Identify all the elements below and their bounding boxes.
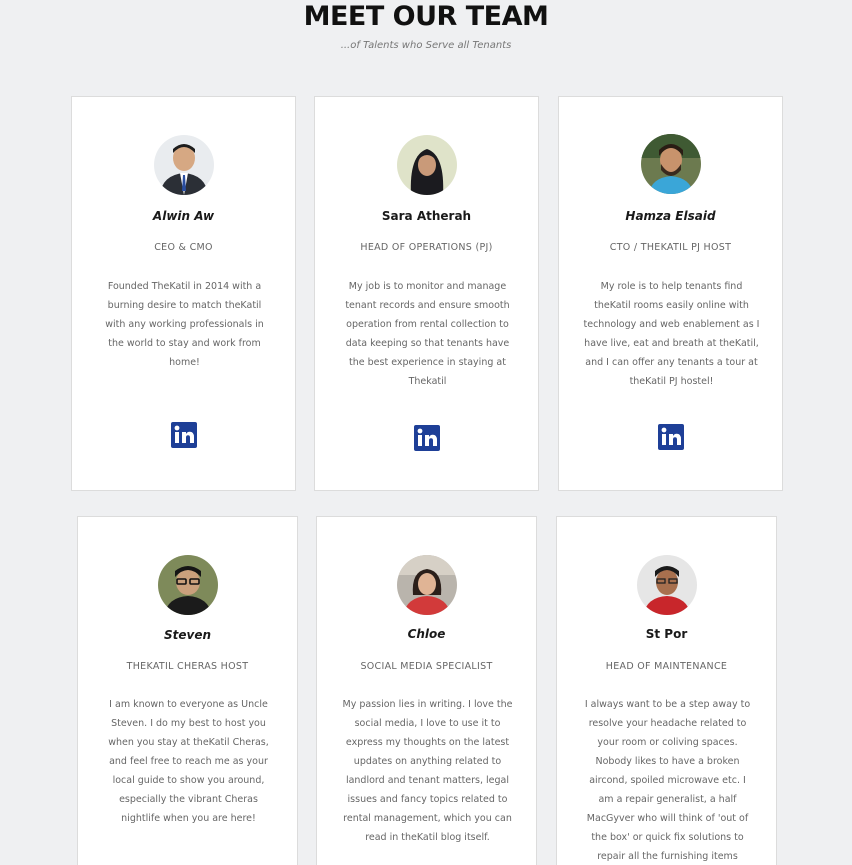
team-page: MEET OUR TEAM ...of Talents who Serve al… (0, 0, 852, 865)
member-name: Sara Atherah (381, 209, 472, 223)
member-bio: I am known to everyone as Uncle Steven. … (108, 699, 269, 824)
member-role: CEO & CMO (154, 242, 213, 253)
page-subtitle: ...of Talents who Serve all Tenants (340, 40, 512, 51)
member-name: Chloe (407, 627, 446, 641)
avatar-sara (397, 135, 457, 195)
member-name: Alwin Aw (152, 209, 215, 223)
avatar-alwin (154, 135, 214, 195)
page-title: MEET OUR TEAM (303, 1, 549, 32)
team-card-hamza: Hamza Elsaid CTO / THEKATIL PJ HOST My r… (558, 96, 783, 491)
team-card-steven: Steven THEKATIL CHERAS HOST I am known t… (77, 516, 298, 865)
team-card-sara: Sara Atherah HEAD OF OPERATIONS (PJ) My … (314, 96, 539, 491)
team-card-alwin: Alwin Aw CEO & CMO Founded TheKatil in 2… (71, 96, 296, 491)
member-role: CTO / THEKATIL PJ HOST (609, 242, 732, 253)
team-card-chloe: Chloe SOCIAL MEDIA SPECIALIST My passion… (316, 516, 537, 865)
member-name: Hamza Elsaid (625, 209, 716, 223)
member-name: Steven (163, 628, 212, 642)
member-bio: My role is to help tenants find theKatil… (583, 281, 760, 387)
member-bio: Founded TheKatil in 2014 with a burning … (105, 281, 264, 368)
avatar-stpor (637, 555, 697, 615)
member-role: HEAD OF OPERATIONS (PJ) (360, 242, 493, 253)
linkedin-icon[interactable] (658, 424, 684, 450)
member-role: HEAD OF MAINTENANCE (605, 661, 728, 672)
linkedin-icon[interactable] (171, 422, 197, 448)
member-name: St Por (645, 627, 688, 641)
member-bio: I always want to be a step away to resol… (584, 699, 751, 862)
avatar-chloe (397, 555, 457, 615)
avatar-hamza (641, 134, 701, 194)
member-role: THEKATIL CHERAS HOST (126, 661, 249, 672)
linkedin-icon[interactable] (414, 425, 440, 451)
avatar-steven (158, 555, 218, 615)
member-bio: My passion lies in writing. I love the s… (342, 699, 513, 843)
team-card-stpor: St Por HEAD OF MAINTENANCE I always want… (556, 516, 777, 865)
member-role: SOCIAL MEDIA SPECIALIST (360, 661, 493, 672)
member-bio: My job is to monitor and manage tenant r… (345, 281, 510, 387)
